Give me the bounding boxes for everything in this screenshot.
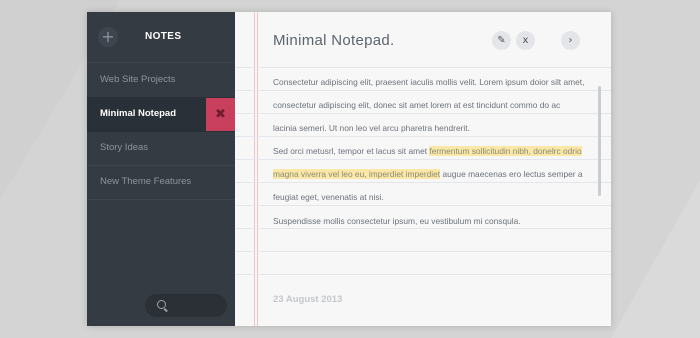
note-date: 23 August 2013 — [273, 294, 343, 305]
ruled-line — [235, 67, 611, 68]
note-editor[interactable]: Minimal Notepad. ✎ x › Consectetur adipi… — [235, 12, 611, 326]
note-title: Minimal Notepad. — [273, 32, 395, 49]
margin-line — [257, 12, 258, 326]
paragraph: Sed orci metusrl, tempor et lacus sit am… — [273, 140, 586, 209]
note-body[interactable]: Consectetur adipiscing elit, praesent ia… — [273, 71, 586, 233]
sidebar: + NOTES Web Site Projects Minimal Notepa… — [87, 12, 235, 326]
scrollbar[interactable] — [598, 86, 601, 196]
ruled-line — [235, 251, 611, 252]
ruled-line — [235, 274, 611, 275]
close-icon[interactable]: x — [516, 31, 535, 50]
delete-note-button[interactable]: ✖ — [206, 98, 235, 131]
sidebar-item-web-site-projects[interactable]: Web Site Projects — [87, 63, 235, 98]
margin-line — [254, 12, 255, 326]
paragraph: Consectetur adipiscing elit, praesent ia… — [273, 77, 585, 134]
search-icon — [157, 300, 166, 309]
sidebar-item-label: Minimal Notepad — [100, 108, 177, 119]
close-icon: ✖ — [215, 107, 226, 122]
sidebar-item-new-theme-features[interactable]: New Theme Features — [87, 165, 235, 200]
search-input[interactable] — [145, 294, 227, 317]
sidebar-item-story-ideas[interactable]: Story Ideas — [87, 131, 235, 166]
sidebar-item-label: New Theme Features — [100, 176, 192, 187]
sidebar-item-label: Story Ideas — [100, 142, 149, 153]
sidebar-title: NOTES — [145, 31, 182, 42]
sidebar-header: + NOTES — [87, 12, 235, 63]
pencil-icon[interactable]: ✎ — [492, 31, 511, 50]
notepad-app: + NOTES Web Site Projects Minimal Notepa… — [87, 12, 611, 326]
paragraph-text: Sed orci metusrl, tempor et lacus sit am… — [273, 146, 430, 157]
plus-icon[interactable]: + — [98, 27, 118, 47]
sidebar-item-label: Web Site Projects — [100, 74, 176, 85]
chevron-right-icon[interactable]: › — [561, 31, 580, 50]
paragraph: Suspendisse mollis consectetur ipsum, eu… — [273, 215, 521, 226]
background-shape — [611, 180, 700, 338]
